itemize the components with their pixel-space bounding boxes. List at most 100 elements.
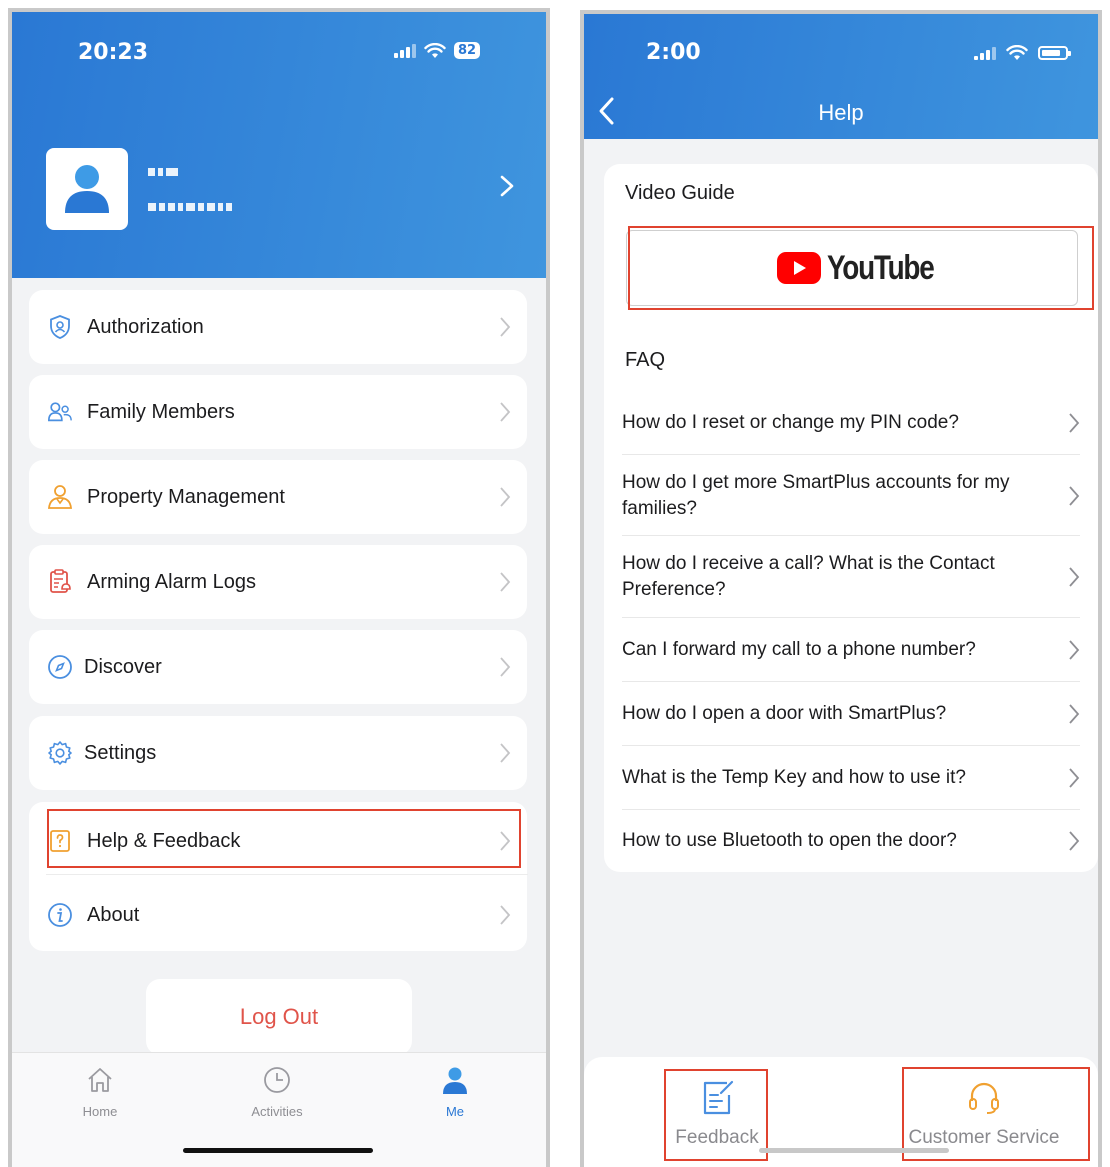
chevron-right-icon bbox=[1069, 567, 1080, 587]
person-icon bbox=[443, 1067, 467, 1094]
tab-me[interactable]: Me bbox=[400, 1065, 510, 1119]
chevron-right-icon bbox=[500, 572, 511, 592]
menu-item-family-members[interactable]: Family Members bbox=[29, 375, 527, 449]
menu-label: Discover bbox=[84, 655, 162, 678]
menu-card-settings: Settings bbox=[29, 716, 527, 790]
me-screen: 20:23 82 Authorization Family Members Pr… bbox=[8, 8, 550, 1167]
chevron-right-icon bbox=[500, 657, 511, 677]
gear-icon bbox=[47, 740, 73, 766]
battery-icon bbox=[1038, 46, 1071, 60]
divider bbox=[622, 454, 1080, 455]
person-icon bbox=[65, 165, 109, 213]
menu-card-alarm: Arming Alarm Logs bbox=[29, 545, 527, 619]
divider bbox=[622, 617, 1080, 618]
faq-item[interactable]: How to use Bluetooth to open the door? bbox=[622, 826, 1080, 856]
menu-card-authorization: Authorization bbox=[29, 290, 527, 364]
tab-activities[interactable]: Activities bbox=[222, 1065, 332, 1119]
status-icons bbox=[974, 45, 1071, 61]
divider bbox=[622, 809, 1080, 810]
logout-button[interactable]: Log Out bbox=[146, 979, 412, 1055]
menu-card-property: Property Management bbox=[29, 460, 527, 534]
signal-icon bbox=[394, 43, 416, 58]
menu-card-discover: Discover bbox=[29, 630, 527, 704]
menu-label: Family Members bbox=[87, 400, 235, 423]
divider bbox=[46, 874, 528, 875]
menu-item-settings[interactable]: Settings bbox=[29, 716, 527, 790]
wifi-icon bbox=[424, 42, 446, 58]
profile-name bbox=[148, 168, 178, 176]
menu-item-arming-alarm-logs[interactable]: Arming Alarm Logs bbox=[29, 545, 527, 619]
divider bbox=[622, 535, 1080, 536]
home-indicator bbox=[759, 1148, 949, 1153]
chevron-right-icon bbox=[500, 487, 511, 507]
status-time: 2:00 bbox=[646, 40, 701, 65]
chevron-right-icon bbox=[500, 317, 511, 337]
divider bbox=[622, 745, 1080, 746]
alarm-log-icon bbox=[47, 569, 73, 595]
nav-header: 2:00 Help bbox=[584, 14, 1098, 139]
tab-label: Activities bbox=[251, 1104, 303, 1119]
faq-question: How to use Bluetooth to open the door? bbox=[622, 830, 957, 851]
profile-id bbox=[148, 203, 232, 211]
menu-label: Property Management bbox=[87, 485, 285, 508]
avatar[interactable] bbox=[46, 148, 128, 230]
faq-question: How do I reset or change my PIN code? bbox=[622, 412, 959, 433]
tab-label: Home bbox=[82, 1104, 118, 1119]
menu-label: Settings bbox=[84, 741, 157, 764]
shield-user-icon bbox=[47, 314, 73, 340]
faq-item[interactable]: How do I reset or change my PIN code? bbox=[622, 408, 1080, 438]
wifi-icon bbox=[1006, 45, 1028, 60]
faq-item[interactable]: How do I open a door with SmartPlus? bbox=[622, 699, 1080, 729]
faq-question: Can I forward my call to a phone number? bbox=[622, 639, 976, 660]
faq-item[interactable]: How do I get more SmartPlus accounts for… bbox=[622, 468, 1080, 524]
chevron-right-icon bbox=[500, 743, 511, 763]
home-icon bbox=[88, 1068, 112, 1092]
faq-question: How do I receive a call? What is the Con… bbox=[622, 553, 995, 600]
property-manager-icon bbox=[47, 484, 73, 510]
profile-chevron-icon[interactable] bbox=[498, 175, 516, 197]
faq-title: FAQ bbox=[625, 349, 666, 371]
tab-home[interactable]: Home bbox=[45, 1065, 155, 1119]
chevron-right-icon bbox=[1069, 704, 1080, 724]
menu-item-authorization[interactable]: Authorization bbox=[29, 290, 527, 364]
menu-item-discover[interactable]: Discover bbox=[29, 630, 527, 704]
help-screen: 2:00 Help Video Guide YouTube FAQ How do… bbox=[580, 10, 1102, 1167]
status-time: 20:23 bbox=[78, 40, 149, 65]
chevron-right-icon bbox=[500, 905, 511, 925]
clock-icon bbox=[264, 1067, 290, 1093]
highlight-box bbox=[47, 809, 521, 868]
home-indicator bbox=[183, 1148, 373, 1153]
menu-card-family: Family Members bbox=[29, 375, 527, 449]
highlight-box bbox=[902, 1067, 1090, 1161]
profile-header: 20:23 82 bbox=[12, 12, 546, 278]
chevron-right-icon bbox=[1069, 831, 1080, 851]
help-card: Video Guide YouTube FAQ How do I reset o… bbox=[604, 164, 1098, 872]
faq-question: How do I open a door with SmartPlus? bbox=[622, 703, 947, 724]
tab-label: Me bbox=[445, 1104, 465, 1119]
signal-icon bbox=[974, 46, 996, 60]
menu-label: Authorization bbox=[87, 315, 204, 338]
menu-label: About bbox=[87, 903, 140, 926]
video-guide-title: Video Guide bbox=[625, 182, 735, 204]
highlight-box bbox=[628, 226, 1094, 310]
menu-item-property-management[interactable]: Property Management bbox=[29, 460, 527, 534]
battery-level: 82 bbox=[454, 42, 481, 59]
divider bbox=[622, 681, 1080, 682]
status-icons: 82 bbox=[394, 42, 481, 59]
chevron-right-icon bbox=[1069, 413, 1080, 433]
chevron-right-icon bbox=[1069, 486, 1080, 506]
faq-item[interactable]: Can I forward my call to a phone number? bbox=[622, 635, 1080, 665]
faq-question: What is the Temp Key and how to use it? bbox=[622, 767, 966, 788]
menu-label: Arming Alarm Logs bbox=[87, 570, 256, 593]
chevron-right-icon bbox=[1069, 640, 1080, 660]
faq-item[interactable]: What is the Temp Key and how to use it? bbox=[622, 763, 1080, 793]
chevron-right-icon bbox=[500, 402, 511, 422]
users-icon bbox=[47, 399, 73, 425]
menu-item-about[interactable]: About bbox=[29, 878, 527, 952]
chevron-right-icon bbox=[1069, 768, 1080, 788]
info-icon bbox=[47, 902, 73, 928]
compass-icon bbox=[47, 654, 73, 680]
faq-item[interactable]: How do I receive a call? What is the Con… bbox=[622, 549, 1080, 605]
faq-question: How do I get more SmartPlus accounts for… bbox=[622, 472, 1010, 519]
page-title: Help bbox=[818, 100, 864, 125]
